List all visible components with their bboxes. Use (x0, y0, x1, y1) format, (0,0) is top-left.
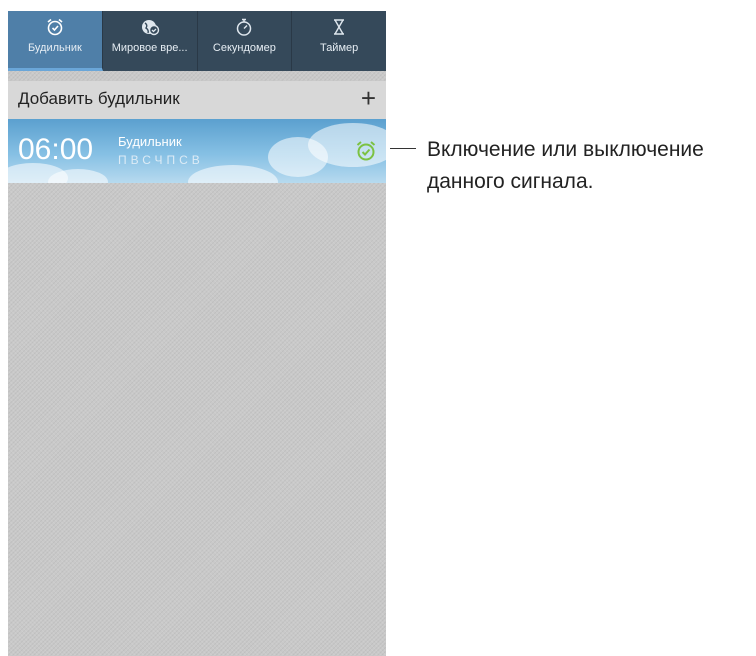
add-alarm-label: Добавить будильник (18, 89, 180, 108)
world-clock-icon (141, 20, 159, 36)
callout-line-1: Включение или выключение (427, 138, 704, 161)
callout-line (390, 148, 416, 149)
tab-label: Таймер (319, 42, 359, 54)
tab-label: Мировое вре... (111, 42, 188, 54)
alarm-name: Будильник (118, 134, 182, 149)
callout-text: Включение или выключение данного сигнала… (427, 134, 704, 198)
tab-timer[interactable]: Таймер (292, 11, 386, 71)
tab-stopwatch[interactable]: Секундомер (198, 11, 293, 71)
alarm-clock-icon (47, 18, 63, 36)
add-alarm-button[interactable]: + (361, 83, 376, 113)
stopwatch-icon (237, 18, 252, 36)
tab-alarm[interactable]: Будильник (8, 11, 103, 71)
alarm-days: ПВСЧПСВ (118, 153, 204, 167)
callout-line-2: данного сигнала. (427, 170, 594, 193)
tab-label: Будильник (27, 42, 82, 54)
hourglass-icon (334, 19, 345, 35)
alarm-toggle-icon[interactable] (354, 139, 378, 163)
phone-screen: Будильник Мировое вре... Секундомер Тайм… (8, 11, 386, 656)
alarm-time: 06:00 (18, 133, 94, 166)
add-alarm-row[interactable]: Добавить будильник + (8, 81, 386, 120)
tab-world-clock[interactable]: Мировое вре... (103, 11, 198, 71)
tab-bar: Будильник Мировое вре... Секундомер Тайм… (8, 11, 386, 71)
alarm-list-item[interactable]: 06:00 Будильник ПВСЧПСВ (8, 119, 386, 183)
tab-label: Секундомер (212, 42, 276, 54)
cloud-decoration (188, 165, 278, 183)
